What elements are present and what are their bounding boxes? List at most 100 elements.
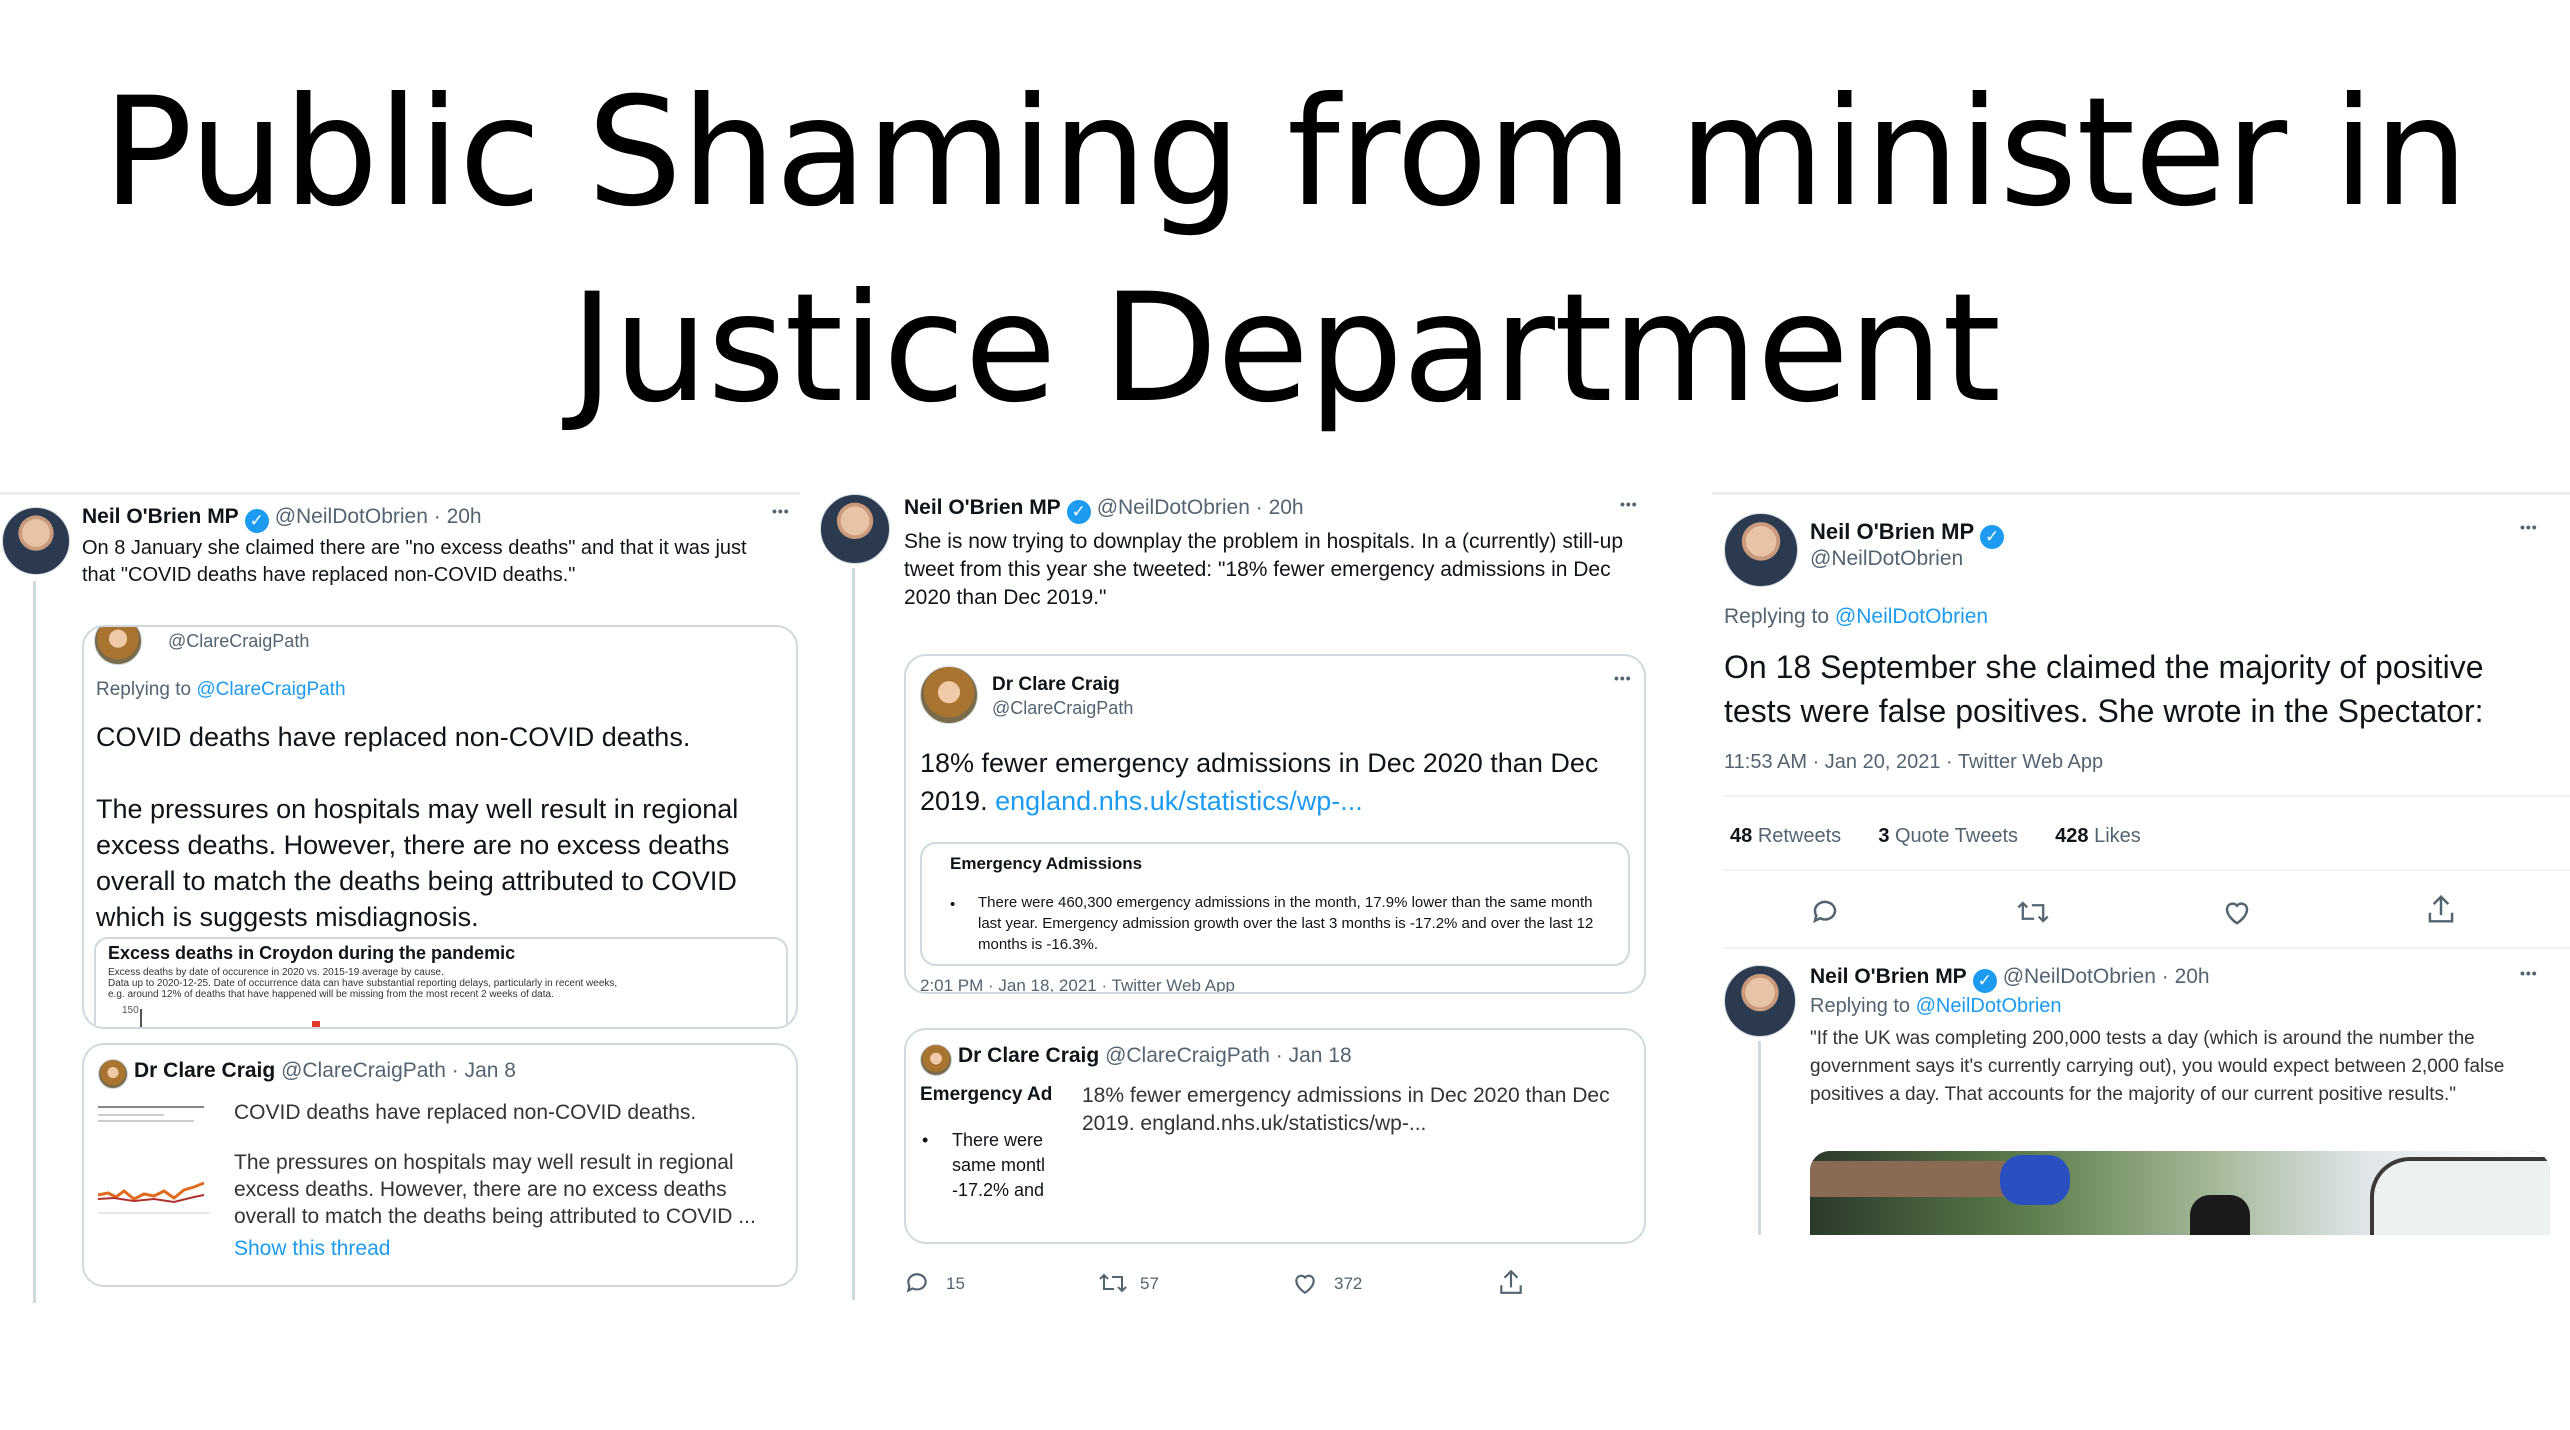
quoted-author: Dr Clare Craig xyxy=(992,674,1120,695)
slide-title-line-1: Public Shaming from minister in xyxy=(102,66,2468,240)
comment-icon[interactable] xyxy=(904,1270,930,1300)
comment-icon[interactable] xyxy=(1810,897,1840,932)
like-count: 372 xyxy=(1334,1274,1363,1293)
bullet-dot: • xyxy=(922,1130,929,1150)
avatar[interactable] xyxy=(2,507,70,575)
author-name[interactable]: Neil O'Brien MP ✓ xyxy=(1810,519,2010,549)
likes-label: Likes xyxy=(2094,825,2141,847)
quoted-tweet-card[interactable]: Dr Clare Craig @ClareCraigPath ••• 18% f… xyxy=(904,654,1646,994)
heart-icon[interactable] xyxy=(2222,897,2252,932)
tweet-screenshot-1: Neil O'Brien MP ✓ @NeilDotObrien · 20h •••… xyxy=(0,492,800,1303)
replying-prefix: Replying to xyxy=(1724,605,1830,628)
reply-replying-to: Replying to @NeilDotObrien xyxy=(1810,995,2062,1018)
author-handle[interactable]: @NeilDotObrien xyxy=(1810,547,1963,571)
slide-title: Public Shaming from minister in Justice … xyxy=(0,55,2570,447)
photo-car xyxy=(2370,1157,2550,1235)
avatar[interactable] xyxy=(1724,513,1798,587)
tweet-text: She is now trying to downplay the proble… xyxy=(904,530,1624,609)
nhs-link[interactable]: england.nhs.uk/statistics/wp-... xyxy=(995,786,1363,816)
avatar xyxy=(98,1059,128,1089)
thumbnail-title: Emergency Ad xyxy=(920,1084,1053,1105)
quoted-tweet-card[interactable]: @ClareCraigPath Replying to @ClareCraigP… xyxy=(82,625,798,1029)
replying-handle-link[interactable]: @NeilDotObrien xyxy=(1916,995,2062,1017)
author-handle-time[interactable]: @NeilDotObrien · 20h xyxy=(275,505,482,528)
embedded-header: Dr Clare Craig @ClareCraigPath · Jan 18 xyxy=(958,1044,1352,1068)
thread-line xyxy=(33,581,36,1303)
divider xyxy=(1724,869,2570,871)
tweet-text: On 8 January she claimed there are "no e… xyxy=(82,537,747,586)
avatar[interactable] xyxy=(1724,965,1796,1037)
embedded-text: 18% fewer emergency admissions in Dec 20… xyxy=(1082,1084,1610,1135)
embedded-quote-card[interactable]: Dr Clare Craig @ClareCraigPath · Jan 18 … xyxy=(904,1028,1646,1244)
author-handle-time[interactable]: @NeilDotObrien · 20h xyxy=(1097,496,1304,519)
replying-handle-link[interactable]: @NeilDotObrien xyxy=(1835,605,1988,628)
admissions-bullet: There were 460,300 emergency admissions … xyxy=(978,894,1594,953)
quotes-label: Quote Tweets xyxy=(1895,825,2019,847)
more-dots-icon[interactable]: ••• xyxy=(1614,670,1632,686)
reply-header: Neil O'Brien MP ✓ @NeilDotObrien · 20h xyxy=(1810,965,2210,993)
retweets-count: 48 xyxy=(1730,825,1753,847)
heart-icon[interactable] xyxy=(1292,1270,1318,1300)
quotes-count: 3 xyxy=(1878,825,1890,847)
share-icon[interactable] xyxy=(2426,893,2456,930)
chart-axis xyxy=(140,1009,142,1027)
tweet-screenshot-2: Neil O'Brien MP ✓ @NeilDotObrien · 20h •••… xyxy=(812,482,1660,1300)
tweet-screenshot-3: Neil O'Brien MP ✓ @NeilDotObrien ••• Repl… xyxy=(1712,492,2570,1235)
photo-arm xyxy=(1810,1161,2020,1197)
retweet-icon[interactable] xyxy=(2016,897,2050,932)
replying-to: Replying to @NeilDotObrien xyxy=(1724,605,1988,629)
author-name[interactable]: Neil O'Brien MP xyxy=(82,505,239,528)
author-name[interactable]: Dr Clare Craig xyxy=(134,1059,275,1082)
more-dots-icon[interactable]: ••• xyxy=(2520,519,2538,535)
retweets-stat[interactable]: 48 Retweets xyxy=(1730,825,1841,847)
thread-header: Dr Clare Craig @ClareCraigPath · Jan 8 xyxy=(134,1059,516,1083)
more-dots-icon[interactable]: ••• xyxy=(772,503,790,519)
more-dots-icon[interactable]: ••• xyxy=(1620,496,1638,512)
admissions-title: Emergency Admissions xyxy=(950,854,1143,873)
chart-subtitle-1: Excess deaths by date of occurence in 20… xyxy=(108,967,444,978)
verified-icon: ✓ xyxy=(1066,500,1091,524)
quoted-avatar xyxy=(920,666,978,724)
embedded-thumbnail: Emergency Ad • There were same montl -17… xyxy=(920,1084,1070,1224)
quotes-stat[interactable]: 3 Quote Tweets xyxy=(1878,825,2018,847)
chart-subtitle-3: e.g. around 12% of deaths that have happ… xyxy=(108,989,554,1000)
chart-subtitle: Excess deaths by date of occurence in 20… xyxy=(108,967,768,1000)
likes-stat[interactable]: 428 Likes xyxy=(2055,825,2141,847)
retweet-icon[interactable] xyxy=(1098,1270,1128,1300)
avatar[interactable] xyxy=(820,494,890,564)
more-dots-icon[interactable]: ••• xyxy=(2520,965,2538,981)
chart-axis-tick: 150 xyxy=(122,1005,139,1016)
tweet-header: Neil O'Brien MP ✓ @NeilDotObrien · 20h xyxy=(904,496,1304,524)
photo-object xyxy=(2190,1195,2250,1235)
verified-icon: ✓ xyxy=(1972,969,1997,993)
author-name[interactable]: Neil O'Brien MP xyxy=(1810,965,1967,988)
author-handle-time[interactable]: @NeilDotObrien · 20h xyxy=(2003,965,2210,988)
chart-thumbnail xyxy=(94,1095,214,1225)
author-name[interactable]: Neil O'Brien MP xyxy=(904,496,1061,519)
author-name[interactable]: Dr Clare Craig xyxy=(958,1044,1099,1067)
verified-icon: ✓ xyxy=(244,509,269,533)
slide-title-line-2: Justice Department xyxy=(569,262,2001,436)
tweet-header: Neil O'Brien MP ✓ @NeilDotObrien · 20h xyxy=(82,505,482,533)
replying-handle-link[interactable]: @ClareCraigPath xyxy=(196,679,345,700)
show-thread-link[interactable]: Show this thread xyxy=(234,1237,390,1261)
chart-card[interactable]: Excess deaths in Croydon during the pand… xyxy=(94,937,788,1027)
quoted-timestamp: 2:01 PM · Jan 18, 2021 · Twitter Web App xyxy=(920,976,1235,994)
quoted-handle: @ClareCraigPath xyxy=(168,631,310,651)
admissions-box: Emergency Admissions • There were 460,30… xyxy=(920,842,1630,966)
verified-icon: ✓ xyxy=(1980,525,2005,549)
author-handle-time[interactable]: @ClareCraigPath · Jan 18 xyxy=(1105,1044,1352,1067)
tweet-stats: 48 Retweets 3 Quote Tweets 428 Likes xyxy=(1730,825,2141,848)
photo-glove xyxy=(2000,1155,2070,1205)
quoted-avatar xyxy=(94,627,142,665)
chart-bar xyxy=(312,1021,320,1027)
thread-paragraph-2: The pressures on hospitals may well resu… xyxy=(234,1151,756,1228)
clare-thread-card[interactable]: Dr Clare Craig @ClareCraigPath · Jan 8 C… xyxy=(82,1043,798,1287)
tweet-photo[interactable] xyxy=(1810,1151,2550,1235)
replying-prefix: Replying to xyxy=(1810,995,1911,1017)
thread-line xyxy=(852,568,855,1300)
share-icon[interactable] xyxy=(1498,1268,1524,1300)
divider xyxy=(1724,947,2570,949)
author-handle-time[interactable]: @ClareCraigPath · Jan 8 xyxy=(281,1059,516,1082)
bullet-dot: • xyxy=(950,896,956,913)
